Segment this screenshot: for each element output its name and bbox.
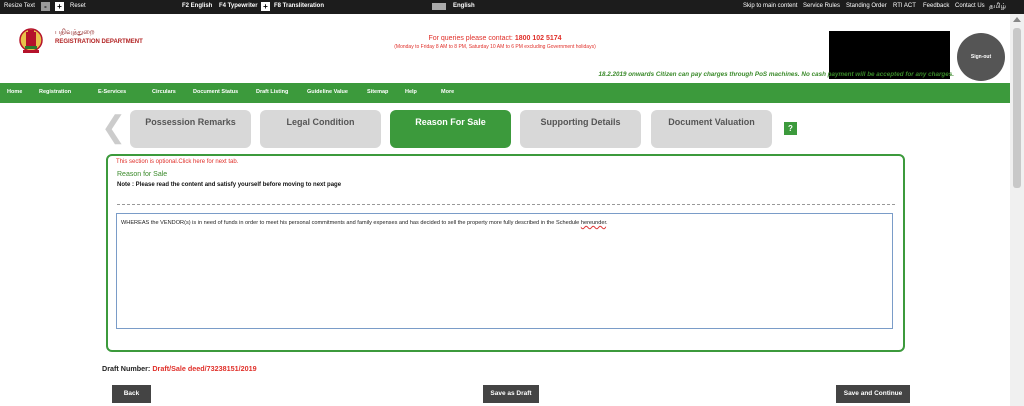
contact-us-link[interactable]: Contact Us (955, 3, 985, 9)
draft-number-value: Draft/Sale deed/73238151/2019 (152, 364, 257, 373)
main-nav: Home Registration E-Services Circulars D… (0, 83, 1010, 103)
save-as-draft-button[interactable]: Save as Draft (483, 385, 539, 403)
helpline-number: 1800 102 5174 (514, 35, 562, 42)
previous-tab-chevron-icon[interactable]: ❮ (101, 113, 126, 143)
nav-item-sitemap[interactable]: Sitemap (367, 89, 388, 95)
f8-transliteration-option[interactable]: F8 Transliteration (274, 3, 324, 9)
scrollbar-thumb[interactable] (1013, 28, 1021, 188)
nav-item-document-status[interactable]: Document Status (193, 89, 238, 95)
reason-for-sale-textarea[interactable]: WHEREAS the VENDOR(s) is in need of fund… (116, 213, 893, 329)
nav-item-guideline-value[interactable]: Guideline Value (307, 89, 348, 95)
nav-item-registration[interactable]: Registration (39, 89, 71, 95)
tamil-language-link[interactable]: தமிழ் (989, 2, 1006, 11)
department-name-tamil: பதிவுத்துறை (55, 29, 95, 36)
section-note: Note : Please read the content and satis… (117, 182, 342, 188)
nav-item-circulars[interactable]: Circulars (152, 89, 176, 95)
draft-number-label: Draft Number: (102, 364, 151, 373)
back-button[interactable]: Back (112, 385, 151, 403)
nav-item-home[interactable]: Home (7, 89, 22, 95)
keyboard-icon[interactable] (432, 3, 446, 10)
reason-text-end: . (606, 220, 608, 226)
optional-section-link[interactable]: This section is optional.Click here for … (116, 159, 238, 165)
draft-number: Draft Number: Draft/Sale deed/73238151/2… (102, 364, 257, 373)
nav-item-more[interactable]: More (441, 89, 454, 95)
resize-text-label: Resize Text (4, 3, 35, 9)
reason-text-underlined: hereunder (580, 220, 607, 226)
tab-legal-condition[interactable]: Legal Condition (260, 110, 381, 148)
queries-prefix: For queries please contact: (428, 35, 513, 42)
nav-item-help[interactable]: Help (405, 89, 417, 95)
department-name-english: REGISTRATION DEPARTMENT (55, 39, 143, 45)
reason-for-sale-panel: This section is optional.Click here for … (106, 154, 905, 352)
tab-possession-remarks[interactable]: Possession Remarks (130, 110, 251, 148)
scroll-up-arrow-icon[interactable] (1013, 17, 1021, 22)
f4-typewriter-checkbox[interactable]: + (261, 2, 270, 11)
section-divider (117, 204, 895, 205)
rti-act-link[interactable]: RTI ACT (893, 3, 916, 9)
f2-english-option[interactable]: F2 English (182, 3, 212, 9)
helpline-hours: (Monday to Friday 8 AM to 8 PM, Saturday… (394, 44, 596, 50)
f4-typewriter-option[interactable]: F4 Typewriter (219, 3, 258, 9)
skip-to-main-link[interactable]: Skip to main content (743, 3, 797, 9)
save-and-continue-button[interactable]: Save and Continue (836, 385, 910, 403)
contact-queries: For queries please contact: 1800 102 517… (330, 35, 660, 42)
pos-payment-notice: 18.2.2019 onwards Citizen can pay charge… (598, 71, 954, 78)
tab-supporting-details[interactable]: Supporting Details (520, 110, 641, 148)
page-scrollbar[interactable] (1010, 14, 1024, 406)
sign-out-button[interactable]: Sign-out (957, 33, 1005, 81)
tab-document-valuation[interactable]: Document Valuation (651, 110, 772, 148)
decrease-text-button[interactable]: - (41, 2, 50, 11)
reason-text-main: WHEREAS the VENDOR(s) is in need of fund… (121, 220, 581, 226)
site-header: பதிவுத்துறை REGISTRATION DEPARTMENT For … (0, 14, 1024, 81)
section-title: Reason for Sale (117, 171, 168, 178)
standing-order-link[interactable]: Standing Order (846, 3, 887, 9)
feedback-link[interactable]: Feedback (923, 3, 949, 9)
nav-item-e-services[interactable]: E-Services (98, 89, 126, 95)
nav-item-draft-listing[interactable]: Draft Listing (256, 89, 288, 95)
tab-reason-for-sale[interactable]: Reason For Sale (390, 110, 511, 148)
service-rules-link[interactable]: Service Rules (803, 3, 840, 9)
language-label: English (453, 3, 475, 9)
increase-text-button[interactable]: + (55, 2, 64, 11)
reset-text-button[interactable]: Reset (70, 3, 86, 9)
tamilnadu-emblem-icon (19, 28, 43, 53)
help-button[interactable]: ? (784, 122, 797, 135)
top-utility-bar: Resize Text - + Reset F2 English F4 Type… (0, 0, 1024, 14)
